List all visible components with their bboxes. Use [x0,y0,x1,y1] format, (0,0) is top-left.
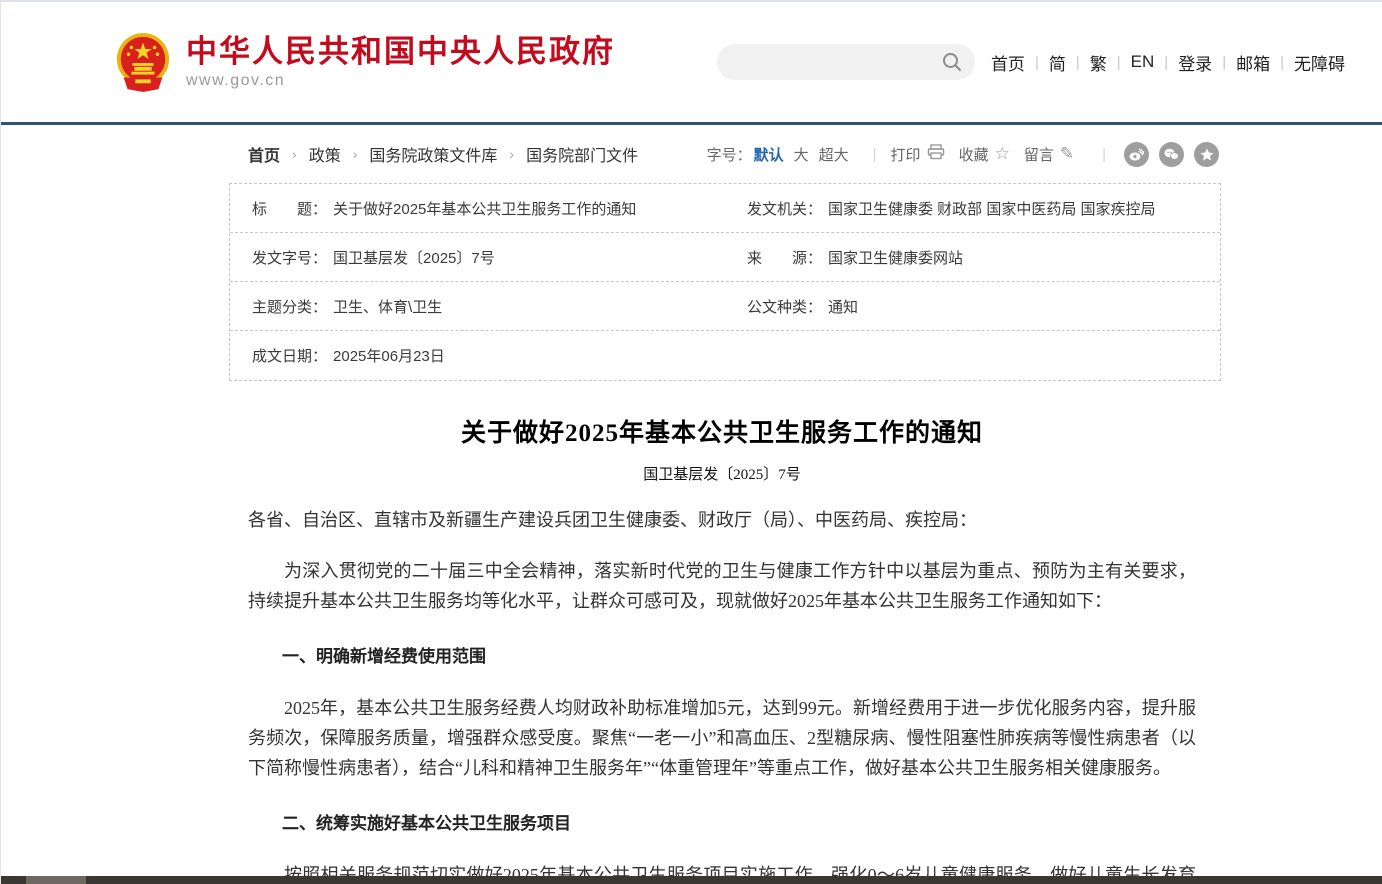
qzone-star-icon [1200,148,1214,161]
breadcrumb-separator: › [509,146,514,162]
toolbar-separator: | [1102,146,1106,163]
share-weibo-button[interactable] [1124,142,1149,167]
meta-value-topic-category: 卫生、体育\卫生 [333,296,442,317]
meta-value-title: 关于做好2025年基本公共卫生服务工作的通知 [333,198,636,219]
breadcrumb-home[interactable]: 首页 [248,142,280,166]
favorite-button[interactable]: 收藏 ☆ [959,144,1010,165]
nav-traditional[interactable]: 繁 [1090,50,1107,75]
nav-separator: | [1117,54,1121,71]
paragraph-section-1: 2025年，基本公共卫生服务经费人均财政补助标准增加5元，达到99元。新增经费用… [248,693,1196,783]
fontsize-xlarge-button[interactable]: 超大 [819,144,849,165]
content-column: 首页 › 政策 › 国务院政策文件库 › 国务院部门文件 字号： 默认 大 超大… [229,125,1221,884]
breadcrumb-department-docs[interactable]: 国务院部门文件 [526,142,638,166]
document-title: 关于做好2025年基本公共卫生服务工作的通知 [248,413,1196,449]
toolbar-separator: | [873,146,877,163]
nav-english[interactable]: EN [1131,52,1155,72]
site-header: 中华人民共和国中央人民政府 www.gov.cn 首页 | 简 | 繁 | EN… [1,2,1382,125]
nav-simplified[interactable]: 简 [1049,50,1066,75]
nav-separator: | [1076,54,1080,71]
meta-label-date: 成文日期： [252,345,327,366]
breadcrumb-separator: › [353,146,358,162]
meta-value-date: 2025年06月23日 [333,345,445,366]
meta-label-issuing-agency: 发文机关： [747,198,822,219]
meta-value-source: 国家卫生健康委网站 [828,247,963,268]
breadcrumb-policy-library[interactable]: 国务院政策文件库 [369,142,497,166]
meta-value-doc-type: 通知 [828,296,858,317]
breadcrumb-policy[interactable]: 政策 [309,142,341,166]
site-logo[interactable]: 中华人民共和国中央人民政府 www.gov.cn [114,31,615,93]
search-box[interactable] [717,44,975,80]
comment-button[interactable]: 留言 ✎ [1024,144,1074,165]
fontsize-large-button[interactable]: 大 [794,144,809,165]
section-heading-1: 一、明确新增经费使用范围 [248,642,1196,672]
share-wechat-button[interactable] [1159,142,1184,167]
fontsize-label: 字号： [707,144,752,165]
pencil-icon: ✎ [1060,144,1074,164]
search-input[interactable] [733,54,941,71]
printer-icon [927,144,945,165]
nav-separator: | [1222,54,1226,71]
print-button[interactable]: 打印 [891,144,945,165]
nav-login[interactable]: 登录 [1178,50,1212,75]
search-icon[interactable] [941,51,963,73]
fontsize-default-button[interactable]: 默认 [754,144,784,165]
section-heading-2: 二、统筹实施好基本公共卫生服务项目 [248,809,1196,839]
share-qzone-button[interactable] [1194,142,1219,167]
weibo-icon [1129,148,1144,161]
nav-accessibility[interactable]: 无障碍 [1294,50,1345,75]
meta-value-issuing-agency: 国家卫生健康委 财政部 国家中医药局 国家疾控局 [828,198,1156,219]
top-nav: 首页 | 简 | 繁 | EN | 登录 | 邮箱 | 无障碍 [991,50,1345,75]
breadcrumb: 首页 › 政策 › 国务院政策文件库 › 国务院部门文件 [248,142,638,166]
paragraph-intro: 为深入贯彻党的二十届三中全会精神，落实新时代党的卫生与健康工作方针中以基层为重点… [248,556,1196,616]
wechat-icon [1164,148,1179,161]
document-number: 国卫基层发〔2025〕7号 [248,463,1196,484]
star-icon: ☆ [995,144,1010,164]
nav-mail[interactable]: 邮箱 [1236,50,1270,75]
nav-home[interactable]: 首页 [991,50,1025,75]
site-title: 中华人民共和国中央人民政府 [186,34,615,70]
meta-row-number-source: 发文字号： 国卫基层发〔2025〕7号 来 源： 国家卫生健康委网站 [230,233,1220,282]
footer-strip [1,876,1382,884]
meta-label-doc-number: 发文字号： [252,247,327,268]
meta-value-doc-number: 国卫基层发〔2025〕7号 [333,247,495,268]
nav-separator: | [1164,54,1168,71]
national-emblem-icon [114,31,172,93]
paragraph-salutation: 各省、自治区、直辖市及新疆生产建设兵团卫生健康委、财政厅（局）、中医药局、疾控局… [248,505,1196,535]
document-body: 关于做好2025年基本公共卫生服务工作的通知 国卫基层发〔2025〕7号 各省、… [229,381,1221,884]
page-toolbar: 字号： 默认 大 超大 | 打印 收藏 ☆ 留言 [707,142,1219,167]
breadcrumb-separator: › [292,146,297,162]
document-meta-table: 标 题： 关于做好2025年基本公共卫生服务工作的通知 发文机关： 国家卫生健康… [229,183,1221,381]
meta-row-category-type: 主题分类： 卫生、体育\卫生 公文种类： 通知 [230,282,1220,331]
horizontal-scrollbar-thumb[interactable] [26,876,86,884]
meta-label-doc-type: 公文种类： [747,296,822,317]
meta-row-date: 成文日期： 2025年06月23日 [230,331,1220,380]
meta-label-source: 来 源： [747,247,822,268]
site-url: www.gov.cn [186,72,615,90]
meta-label-title: 标 题： [252,198,327,219]
meta-label-topic-category: 主题分类： [252,296,327,317]
meta-row-title-agency: 标 题： 关于做好2025年基本公共卫生服务工作的通知 发文机关： 国家卫生健康… [230,184,1220,233]
nav-separator: | [1035,54,1039,71]
nav-separator: | [1280,54,1284,71]
